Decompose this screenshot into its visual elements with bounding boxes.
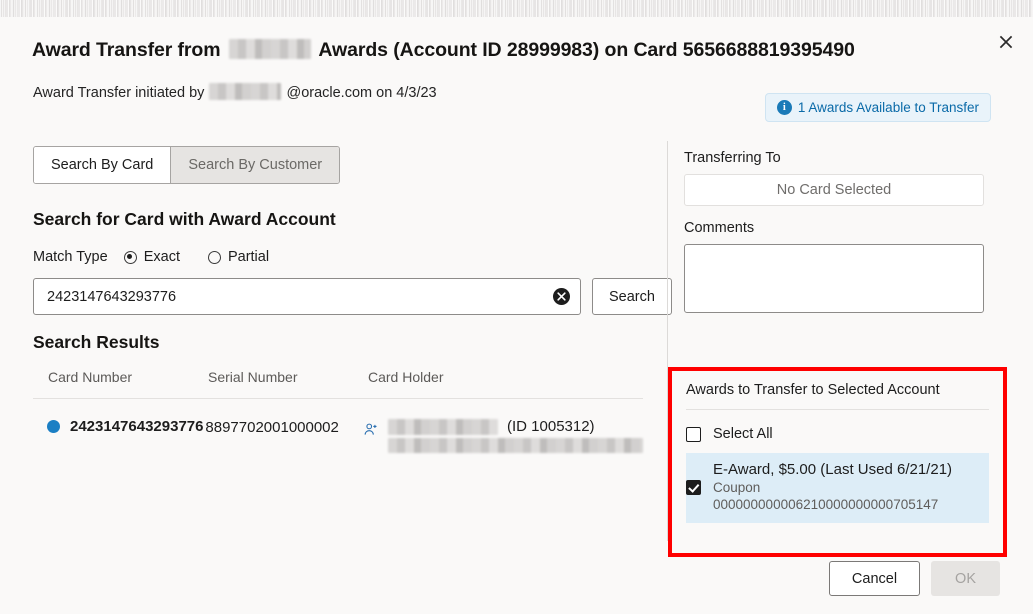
dialog-subtitle-prefix: Award Transfer initiated by xyxy=(33,85,205,101)
window-chrome-strip xyxy=(0,0,1033,18)
dialog-footer: Cancel OK xyxy=(828,561,1000,596)
radio-exact-icon xyxy=(123,250,137,264)
column-header-card-number: Card Number xyxy=(48,369,133,385)
info-icon: i xyxy=(776,100,792,115)
cell-card-number[interactable]: 2423147643293776 xyxy=(33,418,205,435)
dialog-title: Award Transfer from Awards (Account ID 2… xyxy=(32,39,855,62)
tab-search-by-card[interactable]: Search By Card xyxy=(34,147,171,183)
match-type-label: Match Type xyxy=(33,249,108,265)
cell-serial-number: 8897702001000002 xyxy=(205,419,339,436)
search-row: Search xyxy=(33,278,672,315)
radio-partial-label: Partial xyxy=(227,249,270,265)
award-item-title: E-Award, $5.00 (Last Used 6/21/21) xyxy=(713,461,953,478)
search-input-wrapper xyxy=(33,278,581,315)
search-button[interactable]: Search xyxy=(592,278,672,315)
match-type-row: Match Type Exact Partial xyxy=(33,249,297,265)
radio-exact[interactable]: Exact xyxy=(123,249,180,265)
table-header-row: Card Number Serial Number Card Holder xyxy=(33,369,643,399)
award-item-text: E-Award, $5.00 (Last Used 6/21/21) Coupo… xyxy=(713,461,952,514)
comments-label: Comments xyxy=(684,220,755,236)
cell-card-holder: (ID 1005312) xyxy=(363,418,643,453)
search-mode-tabs: Search By Card Search By Customer xyxy=(33,146,341,184)
award-transfer-dialog: Award Transfer from Awards (Account ID 2… xyxy=(0,17,1033,614)
radio-partial-icon xyxy=(207,250,221,264)
awards-to-transfer-panel: Awards to Transfer to Selected Account S… xyxy=(668,367,1007,557)
holder-id: (ID 1005312) xyxy=(507,418,595,435)
search-panel: Search By Card Search By Customer Search… xyxy=(0,127,672,557)
selected-indicator-icon xyxy=(47,420,60,433)
redacted-user-name xyxy=(209,83,282,100)
transferring-to-label: Transferring To xyxy=(684,150,781,166)
award-item-code: 000000000006210000000000705147 xyxy=(713,496,939,512)
results-heading: Search Results xyxy=(33,332,160,352)
search-results-table: Card Number Serial Number Card Holder 24… xyxy=(33,369,643,453)
dialog-title-prefix: Award Transfer from xyxy=(32,39,221,61)
dialog-title-suffix: Awards (Account ID 28999983) on Card 565… xyxy=(318,39,855,61)
card-number-value: 2423147643293776 xyxy=(70,418,204,435)
dialog-subtitle-suffix: @oracle.com on 4/3/23 xyxy=(286,85,437,101)
search-heading: Search for Card with Award Account xyxy=(33,209,336,229)
radio-exact-label: Exact xyxy=(143,249,180,265)
clear-input-icon[interactable] xyxy=(553,288,570,305)
radio-partial[interactable]: Partial xyxy=(207,249,270,265)
tab-search-by-customer[interactable]: Search By Customer xyxy=(170,147,340,183)
select-all-checkbox[interactable] xyxy=(686,426,701,442)
dialog-subtitle: Award Transfer initiated by @oracle.com … xyxy=(33,83,437,101)
column-header-serial-number: Serial Number xyxy=(208,369,298,385)
redacted-holder-name xyxy=(388,418,498,435)
cancel-button[interactable]: Cancel xyxy=(828,561,921,596)
awards-available-badge[interactable]: i 1 Awards Available to Transfer xyxy=(764,93,991,122)
awards-panel-title: Awards to Transfer to Selected Account xyxy=(686,382,989,410)
column-header-card-holder: Card Holder xyxy=(368,369,444,385)
close-icon[interactable] xyxy=(989,25,1023,59)
transfer-panel: Transferring To No Card Selected Comment… xyxy=(667,127,1033,318)
select-all-label: Select All xyxy=(713,426,773,442)
transferring-to-value: No Card Selected xyxy=(684,174,984,206)
ok-button: OK xyxy=(931,561,1000,596)
person-add-icon xyxy=(363,422,379,442)
select-all-row[interactable]: Select All xyxy=(686,426,989,442)
redacted-holder-address xyxy=(388,438,643,453)
table-row[interactable]: 2423147643293776 8897702001000002 (ID 10… xyxy=(33,399,643,453)
redacted-merchant-name xyxy=(228,39,311,59)
award-list-item[interactable]: E-Award, $5.00 (Last Used 6/21/21) Coupo… xyxy=(686,453,989,523)
search-input[interactable] xyxy=(47,288,553,305)
awards-available-label: 1 Awards Available to Transfer xyxy=(797,100,979,115)
award-item-type: Coupon xyxy=(713,479,761,495)
app-root: Award Transfer from Awards (Account ID 2… xyxy=(0,0,1033,614)
comments-input[interactable] xyxy=(684,244,984,313)
award-item-checkbox[interactable] xyxy=(686,479,701,495)
